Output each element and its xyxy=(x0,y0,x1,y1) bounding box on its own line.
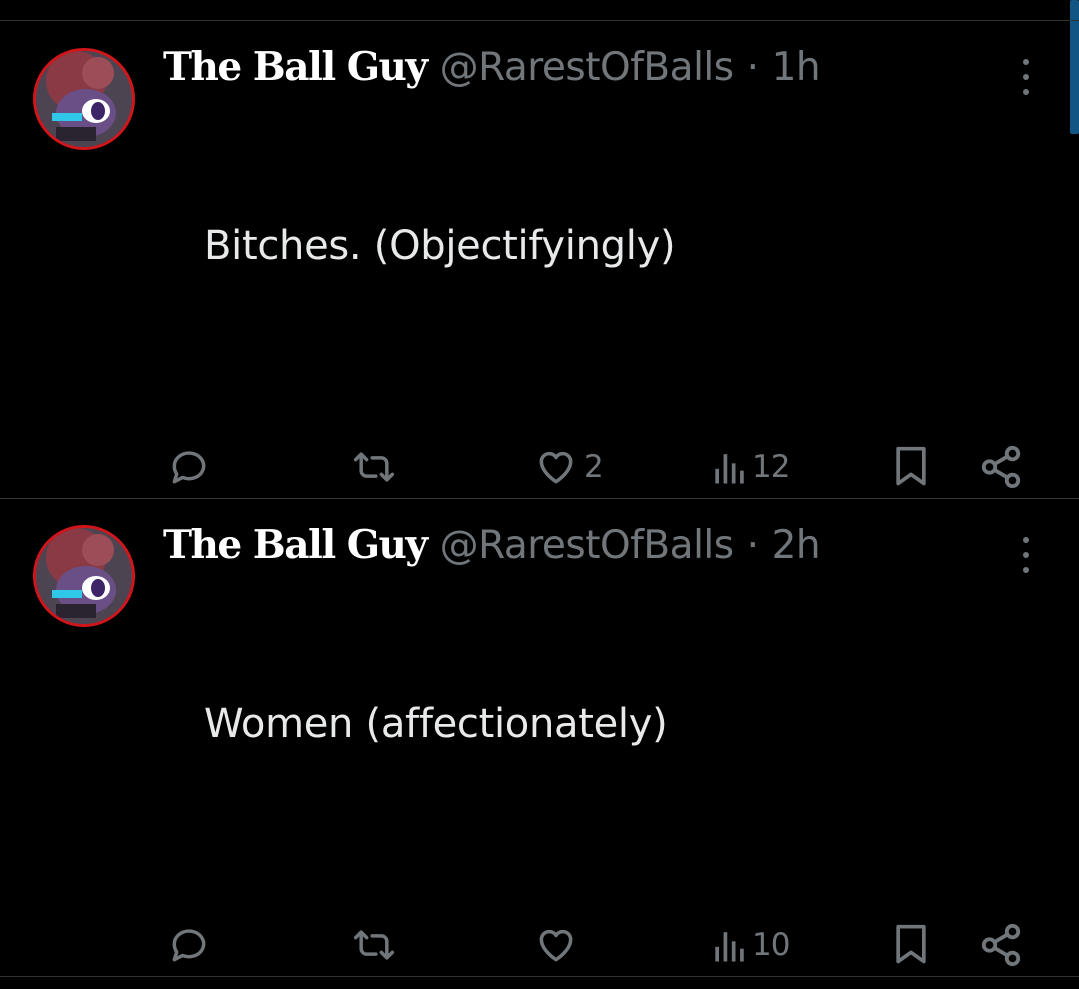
views-count: 10 xyxy=(752,927,790,963)
more-icon[interactable] xyxy=(1014,535,1038,575)
share-icon xyxy=(981,445,1021,489)
tweet-text: Women (affectionately) xyxy=(204,701,668,747)
views-button[interactable]: 10 xyxy=(710,917,790,973)
timestamp[interactable]: 1h xyxy=(772,45,821,90)
more-icon[interactable] xyxy=(1014,57,1038,97)
bookmark-icon xyxy=(896,924,926,964)
tweet-text: Bitches. (Objectifyingly) xyxy=(204,223,676,269)
reply-button[interactable] xyxy=(167,439,217,495)
views-button[interactable]: 12 xyxy=(710,439,790,495)
tweet[interactable]: The Ball Guy @RarestOfBalls · 2h Women (… xyxy=(0,499,1079,977)
handle[interactable]: @RarestOfBalls xyxy=(440,45,735,90)
like-icon xyxy=(539,451,573,484)
bookmark-icon xyxy=(896,446,926,486)
avatar[interactable] xyxy=(33,525,135,627)
like-count: 2 xyxy=(584,449,604,485)
share-icon xyxy=(981,923,1021,967)
tweet-header: The Ball Guy @RarestOfBalls · 2h xyxy=(163,519,821,571)
bottom-divider xyxy=(0,976,1079,977)
timestamp[interactable]: 2h xyxy=(772,523,821,568)
views-icon xyxy=(715,932,744,962)
reply-button[interactable] xyxy=(167,917,217,973)
share-button[interactable] xyxy=(978,917,1024,973)
bookmark-button[interactable] xyxy=(889,917,933,973)
avatar[interactable] xyxy=(33,48,135,150)
retweet-button[interactable] xyxy=(349,439,405,495)
like-icon xyxy=(539,929,573,962)
reply-icon xyxy=(172,451,206,484)
retweet-button[interactable] xyxy=(349,917,405,973)
views-icon xyxy=(715,454,744,484)
retweet-icon xyxy=(353,452,395,482)
tweet-header: The Ball Guy @RarestOfBalls · 1h xyxy=(163,41,821,93)
tweet[interactable]: The Ball Guy @RarestOfBalls · 1h Bitches… xyxy=(0,21,1079,499)
retweet-icon xyxy=(353,930,395,960)
display-name[interactable]: The Ball Guy xyxy=(163,44,428,90)
separator-dot: · xyxy=(746,523,759,568)
bookmark-button[interactable] xyxy=(889,439,933,495)
views-count: 12 xyxy=(752,449,790,485)
display-name[interactable]: The Ball Guy xyxy=(163,522,428,568)
like-button[interactable]: 2 xyxy=(534,439,604,495)
handle[interactable]: @RarestOfBalls xyxy=(440,523,735,568)
like-button[interactable] xyxy=(534,917,584,973)
reply-icon xyxy=(172,929,206,962)
separator-dot: · xyxy=(746,45,759,90)
share-button[interactable] xyxy=(978,439,1024,495)
